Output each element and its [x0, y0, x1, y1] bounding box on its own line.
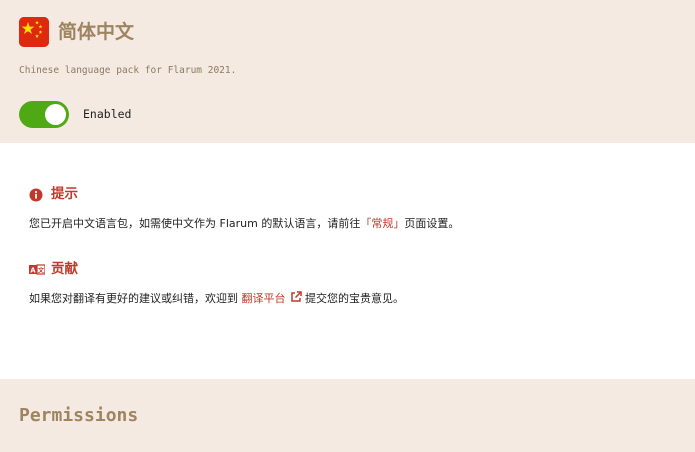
translation-platform-link-label: 翻译平台	[241, 292, 286, 305]
language-icon: A 文	[29, 262, 46, 276]
permissions-section: Permissions	[0, 379, 695, 452]
contribute-text-before: 如果您对翻译有更好的建议或纠错，欢迎到	[29, 292, 238, 305]
enabled-toggle[interactable]	[19, 101, 69, 128]
tip-heading: 提示	[29, 185, 78, 203]
external-link-icon	[290, 291, 302, 303]
info-circle-icon	[29, 187, 43, 202]
extension-description: Chinese language pack for Flarum 2021.	[19, 65, 237, 76]
tip-text-after: 页面设置。	[404, 217, 460, 230]
toggle-knob	[45, 104, 66, 125]
contribute-text: 如果您对翻译有更好的建议或纠错，欢迎到 翻译平台 提交您的宝贵意见。	[29, 291, 404, 307]
extension-header: 简体中文 Chinese language pack for Flarum 20…	[0, 0, 695, 143]
permissions-heading: Permissions	[19, 405, 139, 426]
general-settings-highlight: 「常规」	[360, 217, 405, 230]
extension-title: 简体中文	[58, 21, 135, 43]
svg-text:文: 文	[37, 267, 45, 275]
tip-text: 您已开启中文语言包，如需使中文作为 Flarum 的默认语言，请前往「常规」页面…	[29, 216, 459, 232]
extension-settings-content: 提示 您已开启中文语言包，如需使中文作为 Flarum 的默认语言，请前往「常规…	[0, 143, 695, 379]
china-flag-icon	[19, 17, 49, 47]
tip-heading-text: 提示	[51, 186, 78, 202]
contribute-heading: A 文 贡献	[29, 260, 78, 278]
svg-text:A: A	[30, 267, 36, 275]
enabled-toggle-label: Enabled	[83, 107, 132, 121]
contribute-heading-text: 贡献	[51, 261, 78, 277]
contribute-text-after: 提交您的宝贵意见。	[305, 292, 404, 305]
translation-platform-link[interactable]: 翻译平台	[241, 291, 302, 305]
tip-text-before: 您已开启中文语言包，如需使中文作为 Flarum 的默认语言，请前往	[29, 217, 361, 230]
